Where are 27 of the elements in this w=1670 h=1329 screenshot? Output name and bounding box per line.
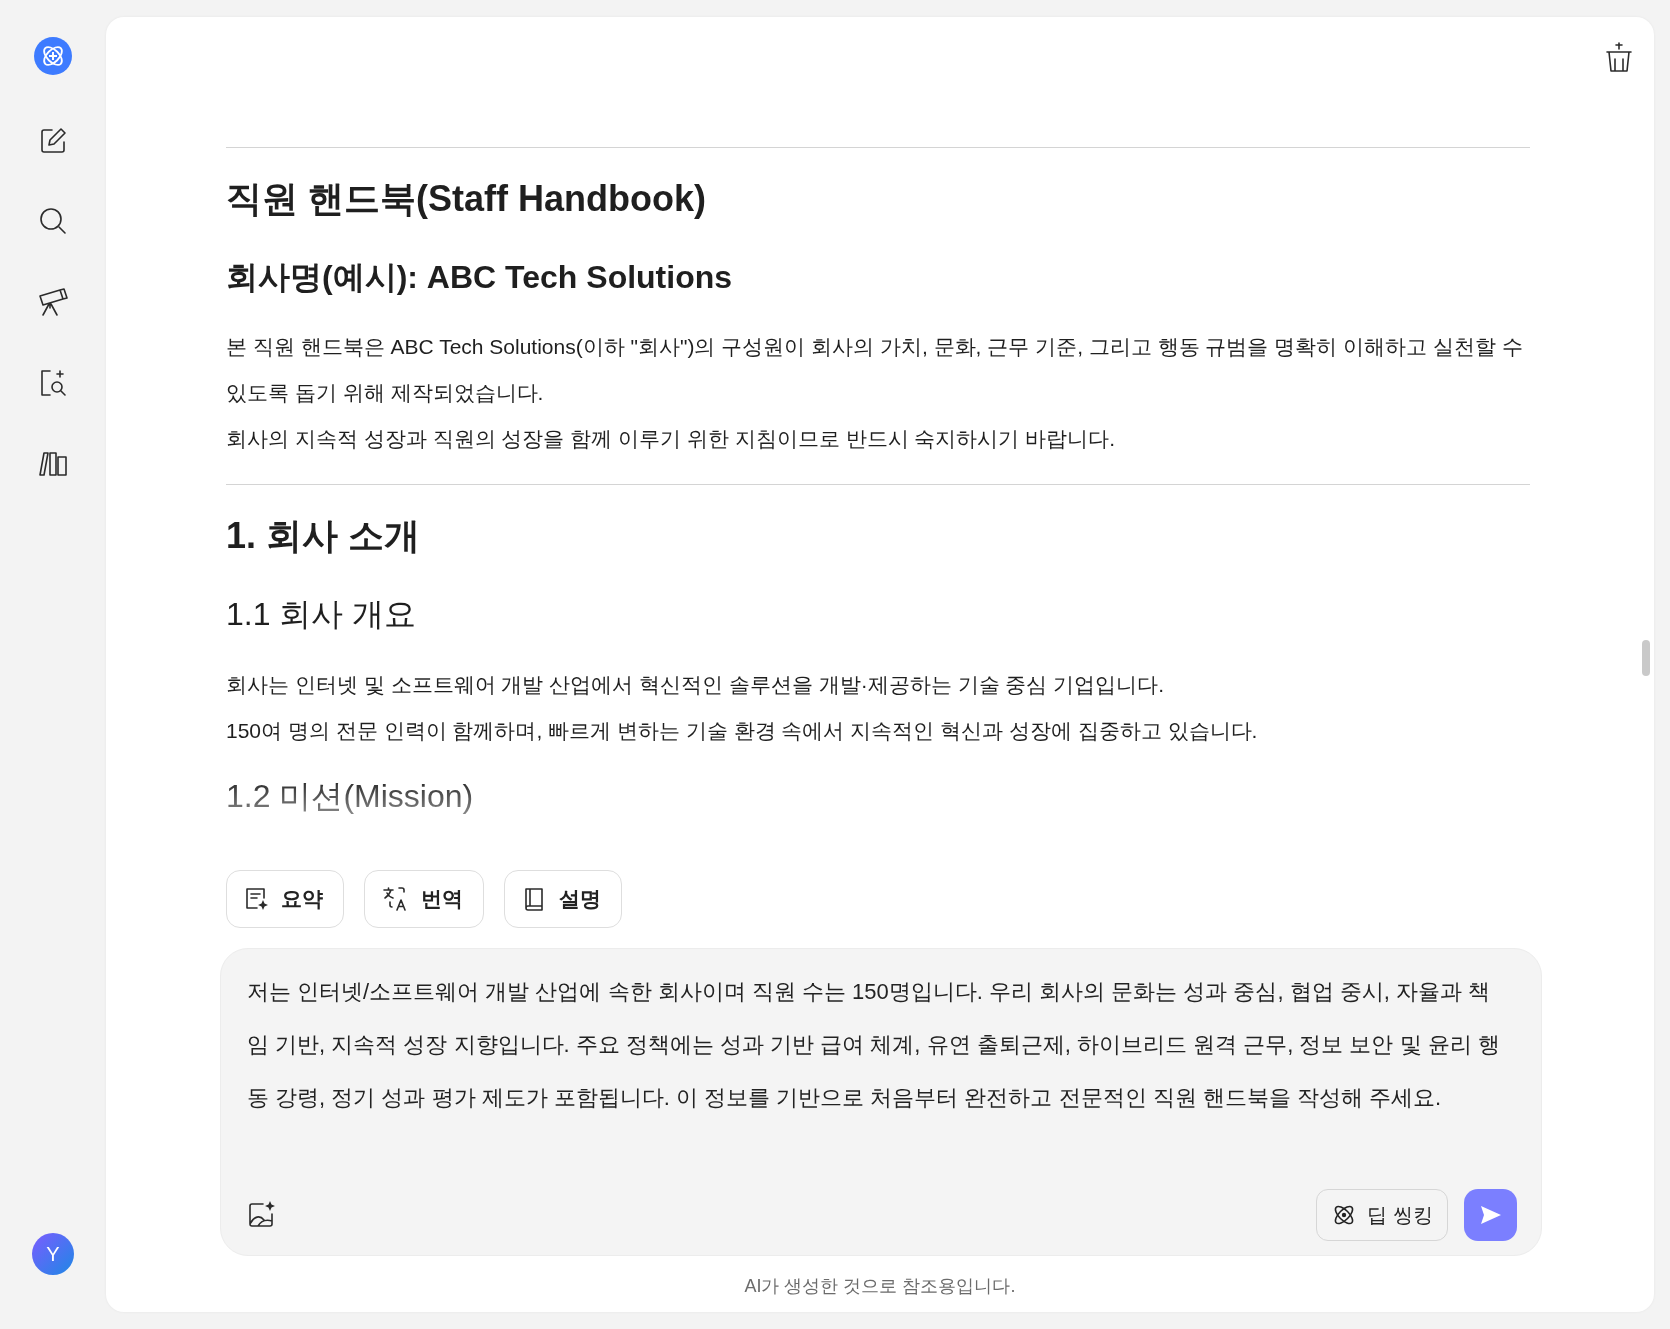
section-heading: 1.2 미션(Mission) bbox=[226, 776, 475, 816]
translate-icon bbox=[381, 885, 409, 913]
heading: 1. 회사 소개 bbox=[226, 514, 422, 559]
sparkle-note-icon bbox=[243, 886, 269, 912]
action-chip[interactable]: 번역 bbox=[364, 870, 484, 928]
heading: 직원 핸드북(Staff Handbook) bbox=[226, 177, 707, 221]
new-chat-icon[interactable] bbox=[38, 126, 68, 156]
image-sparkle-icon[interactable] bbox=[247, 1200, 277, 1230]
paragraph: 회사는 인터넷 및 소프트웨어 개발 산업에서 혁신적인 솔루션을 개발·제공하는 기술 중심 기업입니다. bbox=[226, 671, 1165, 698]
telescope-icon[interactable] bbox=[37, 286, 69, 318]
deep-think-button[interactable]: 딥 씽킹 bbox=[1316, 1189, 1448, 1241]
action-chip[interactable]: 설명 bbox=[504, 870, 622, 928]
subheading: 회사명(예시): ABC Tech Solutions bbox=[226, 257, 734, 297]
send-button[interactable] bbox=[1464, 1189, 1517, 1241]
logo-icon[interactable] bbox=[33, 36, 73, 76]
paragraph: 본 직원 핸드북은 ABC Tech Solutions(이하 "회사")의 구성원이 회사의 가치, 문화, 근무 기준, 그리고 행동 규범을 명확히 이해하고 실천할 수 있도록 돕기 위해 제작되었습니다. bbox=[226, 334, 1524, 407]
send-icon bbox=[1478, 1204, 1503, 1226]
paragraph: 150여 명의 전문 인력이 함께하며, 빠르게 변하는 기술 환경 속에서 지속적인 혁신과 성장에 집중하고 있습니다. bbox=[226, 717, 1259, 744]
document-search-icon[interactable] bbox=[38, 368, 68, 398]
disclaimer-text: AI가 생성한 것으로 참조용입니다. bbox=[743, 1275, 1017, 1298]
section-heading: 1.1 회사 개요 bbox=[226, 595, 418, 635]
search-icon[interactable] bbox=[38, 206, 68, 236]
user-avatar[interactable]: Y bbox=[32, 1233, 74, 1275]
prompt-field[interactable]: 저는 인터넷/소프트웨어 개발 산업에 속한 회사이며 직원 수는 150명입니다. 우리 회사의 문화는 성과 중심, 협업 중시, 자율과 책임 기반, 지속적 성장 지향입니다. 주요 정책에는 성과 기반 급여 체계, 유연 출퇴근제, 하이브리드 원격 근무, 정보 보안 및 윤리 행동 강령, 정기 성과 평가 제도가 포함됩니다. 이 정보를 기반으로 처음부터 완전하고 전문적인 직원 핸드북을 작성해 주세요. bbox=[247, 965, 1517, 1177]
action-chip[interactable]: 요약 bbox=[226, 870, 344, 928]
scrollbar-thumb[interactable] bbox=[1642, 640, 1650, 676]
paragraph: 회사의 지속적 성장과 직원의 성장을 함께 이루기 위한 지침이므로 반드시 숙지하시기 바랍니다. bbox=[226, 426, 1116, 453]
